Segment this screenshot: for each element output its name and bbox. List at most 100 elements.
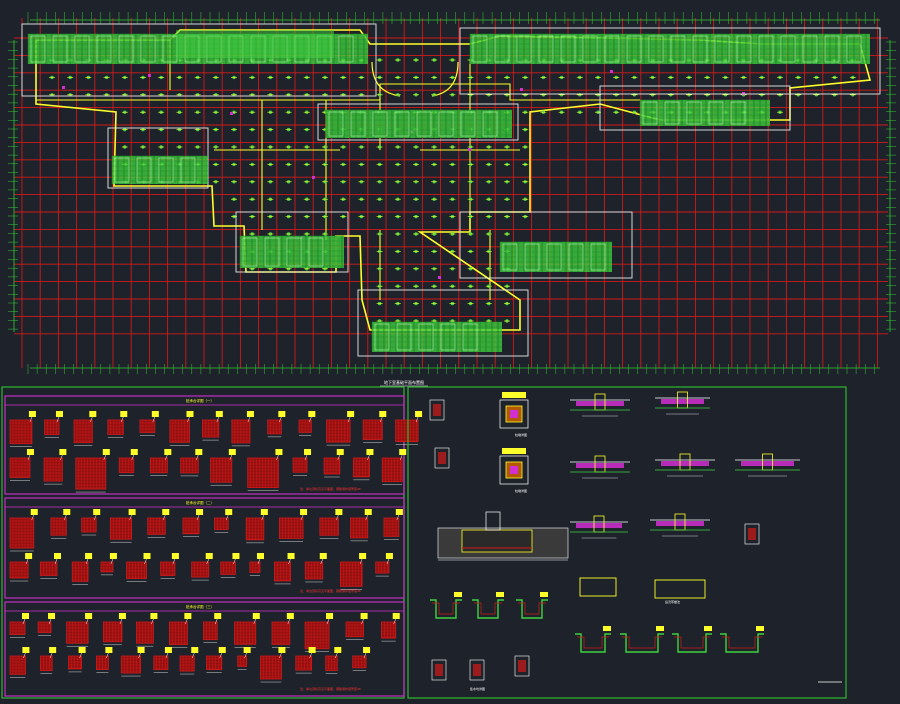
cap-label-flag: [275, 449, 283, 455]
slab-joint-detail: [570, 455, 630, 479]
cap-label-flag: [260, 509, 268, 515]
cap-label-flag: [335, 509, 343, 515]
cap-label-flag: [85, 553, 93, 559]
cap-label-flag: [49, 647, 57, 653]
cad-model-space[interactable]: 地下室基础平面布置图 桩承台详图（一） 桩承台详图（二） 桩承台详图（三） 注：…: [0, 0, 900, 700]
pile-cap-detail: [210, 449, 236, 486]
cap-label-flag: [336, 449, 344, 455]
tower-footprints: [21, 23, 881, 357]
pile-cap-detail: [160, 553, 179, 579]
cap-label-flag: [278, 647, 286, 653]
panel-note-2: 注：承台顶标高见平面图，钢筋保护层厚度40: [300, 588, 361, 593]
cap-label-flag: [22, 647, 30, 653]
section-column: [485, 511, 501, 531]
small-fill: [748, 528, 756, 540]
sump-pit-detail: [516, 592, 548, 619]
pile-cap-detail: [203, 613, 222, 643]
cap-label-flag: [278, 411, 286, 417]
pile-cap-detail: [214, 509, 233, 533]
small-section-detail: [429, 399, 445, 421]
cap-body: [9, 621, 26, 635]
joint-strip: [576, 523, 622, 528]
pit-tag: [540, 592, 548, 597]
detail-caption-4: 集水坑详图: [470, 686, 485, 691]
tower-footprint: [639, 99, 770, 126]
pile-cap-detail: [81, 509, 101, 536]
pile-cap-detail: [292, 449, 312, 476]
sump-pit-detail: [575, 626, 611, 653]
column-pier-detail: [499, 392, 529, 429]
pile-cap-detail: [381, 449, 407, 485]
cap-body: [39, 561, 58, 576]
pile-cap-detail: [39, 553, 61, 579]
slab-joint-detail: [570, 393, 630, 417]
cap-label-flag: [319, 553, 327, 559]
pile-cap-detail: [345, 613, 368, 640]
marker-point: [312, 176, 315, 179]
cap-label-flag: [184, 613, 192, 619]
pile-cap-detail: [9, 411, 36, 447]
cap-label-flag: [151, 411, 159, 417]
pile-cap-detail: [352, 647, 371, 671]
pile-cap-detail: [75, 449, 110, 493]
small-fill: [433, 404, 441, 416]
detail-caption-3: 后浇带做法: [665, 599, 680, 604]
panel-title-3: 桩承台详图（三）: [186, 604, 214, 609]
pile-cap-detail: [37, 613, 56, 636]
marker-point: [468, 148, 471, 151]
pier-tag: [502, 392, 526, 398]
construction-details-panel: 柱墩详图 柱墩详图 后浇带做法 集水坑详图: [407, 386, 847, 699]
pile-cap-detail: [9, 613, 29, 638]
pile-cap-detail: [319, 509, 343, 539]
cap-label-flag: [392, 613, 400, 619]
sump-pit-detail: [620, 626, 664, 653]
pile-cap-detail: [182, 509, 204, 537]
pile-cap-detail: [149, 449, 172, 476]
cap-label-flag: [415, 411, 423, 417]
pile-cap-detail: [126, 553, 151, 582]
pile-cap-detail: [50, 509, 71, 539]
cap-label-flag: [53, 553, 61, 559]
panel-note-3: 注：承台顶标高见平面图，钢筋保护层厚度40: [300, 686, 361, 691]
cap-label-flag: [363, 647, 371, 653]
joint-strip: [576, 401, 624, 406]
cap-label-flag: [196, 509, 204, 515]
tower-footprint: [371, 321, 502, 352]
cap-label-flag: [162, 509, 170, 515]
column-pier-detail: [499, 448, 529, 485]
cap-label-flag: [360, 613, 368, 619]
pile-cap-detail: [109, 509, 136, 543]
small-section-detail: [434, 447, 450, 469]
pile-cap-detail: [191, 553, 213, 581]
small-section-detail: [469, 659, 485, 681]
cap-label-flag: [55, 411, 63, 417]
cap-label-flag: [308, 411, 316, 417]
cap-label-flag: [379, 411, 387, 417]
cap-label-flag: [326, 613, 334, 619]
cap-label-flag: [364, 509, 372, 515]
pile-cap-detail: [44, 411, 63, 438]
pile-cap-detail: [96, 647, 113, 673]
small-section-detail: [514, 655, 530, 677]
pit-rebar: [674, 636, 710, 649]
cad-drawing-canvas[interactable]: 地下室基础平面布置图 桩承台详图（一） 桩承台详图（二） 桩承台详图（三） 注：…: [0, 0, 900, 700]
cap-body: [323, 457, 341, 475]
cap-label-flag: [102, 449, 110, 455]
sump-pit-detail: [672, 626, 712, 653]
pile-cap-detail: [9, 553, 33, 582]
cap-label-flag: [186, 411, 194, 417]
pile-cap-detail: [9, 509, 38, 552]
pile-cap-detail: [43, 449, 67, 485]
foundation-section-detail: [437, 511, 569, 561]
panel-frame: [4, 601, 405, 697]
pier-tag: [502, 448, 526, 454]
sump-pit-detail: [430, 592, 462, 619]
pile-cap-detail: [180, 449, 203, 477]
cap-label-flag: [246, 411, 254, 417]
small-fill: [435, 664, 443, 676]
small-fill: [518, 660, 526, 672]
pile-cap-detail: [66, 613, 93, 647]
pier-core: [510, 410, 518, 418]
cap-label-flag: [78, 647, 86, 653]
marker-point: [230, 112, 233, 115]
